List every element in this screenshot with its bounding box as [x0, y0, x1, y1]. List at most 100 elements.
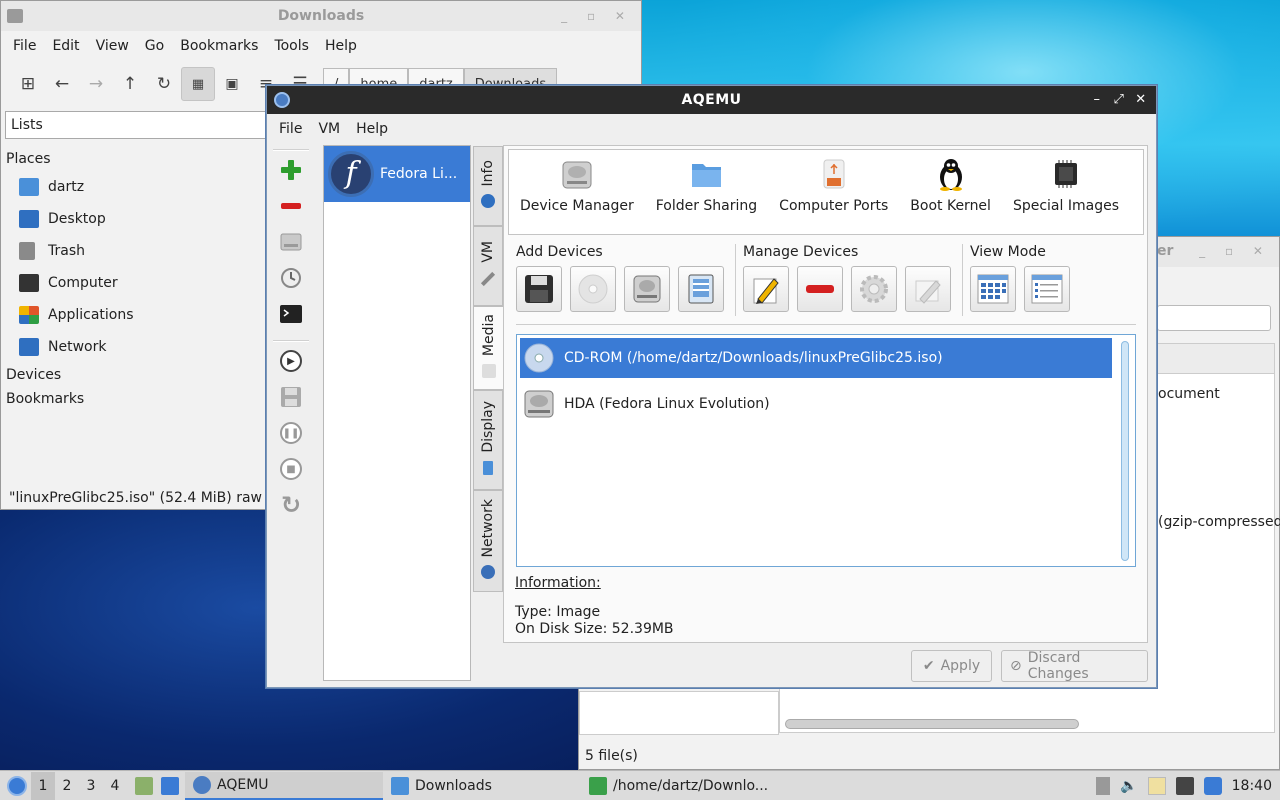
bookmarks-header[interactable]: Bookmarks: [1, 387, 271, 411]
save-vm-button[interactable]: [273, 379, 309, 415]
apply-button[interactable]: ✔ Apply: [911, 650, 992, 682]
window-buttons[interactable]: _ ▫ ✕: [561, 1, 633, 31]
tab-vm[interactable]: VM: [473, 226, 503, 306]
side-pane-mode-select[interactable]: Lists: [5, 111, 275, 139]
tab-display[interactable]: Display: [473, 390, 503, 490]
vm-settings-button[interactable]: [273, 224, 309, 260]
menu-file[interactable]: File: [271, 121, 310, 137]
device-list-item[interactable]: HDA (Fedora Linux Evolution): [520, 384, 1112, 424]
device-list-item[interactable]: CD-ROM (/home/dartz/Downloads/linuxPreGl…: [520, 338, 1112, 378]
remove-device-button[interactable]: [797, 266, 843, 312]
menu-vm[interactable]: VM: [310, 121, 348, 137]
menu-help[interactable]: Help: [348, 121, 396, 137]
add-hard-disk-button[interactable]: [624, 266, 670, 312]
menu-go[interactable]: Go: [137, 38, 172, 54]
sidebar-item-desktop[interactable]: Desktop: [1, 203, 271, 235]
boot-kernel-button[interactable]: Boot Kernel: [899, 158, 1002, 214]
task-label: Downloads: [415, 777, 492, 794]
device-properties-button[interactable]: [851, 266, 897, 312]
menu-file[interactable]: File: [5, 38, 44, 54]
sidebar-item-dartz[interactable]: dartz: [1, 171, 271, 203]
devices-header[interactable]: Devices: [1, 363, 271, 387]
tab-label: Info: [480, 159, 496, 187]
computer-ports-button[interactable]: Computer Ports: [768, 158, 899, 214]
remove-vm-button[interactable]: [273, 188, 309, 224]
show-desktop-icon[interactable]: [161, 776, 179, 795]
window-buttons[interactable]: _ ▫ ✕: [1199, 244, 1271, 258]
folder-sharing-button[interactable]: Folder Sharing: [645, 158, 768, 214]
vm-list-item[interactable]: f Fedora Li...: [324, 146, 470, 202]
sidebar-item-network[interactable]: Network: [1, 331, 271, 363]
sidebar-item-applications[interactable]: Applications: [1, 299, 271, 331]
sidebar-item-label: Trash: [48, 243, 85, 259]
aqemu-titlebar[interactable]: AQEMU – ⤢ ✕: [267, 86, 1156, 114]
file-manager-launcher-icon[interactable]: [135, 776, 153, 795]
list-view-button[interactable]: [1024, 266, 1070, 312]
tux-icon: [939, 159, 962, 191]
remove-icon: [281, 203, 301, 209]
menu-tools[interactable]: Tools: [266, 38, 317, 54]
start-vm-button[interactable]: ▶: [273, 343, 309, 379]
stop-vm-button[interactable]: ■: [273, 451, 309, 487]
task-terminal[interactable]: /home/dartz/Downlo...: [581, 772, 781, 800]
icon-view-icon[interactable]: ▦: [181, 67, 215, 101]
workspace-1[interactable]: 1: [31, 771, 55, 800]
vm-toolbar: ▶ ❚❚ ■ ↻: [273, 148, 309, 523]
horizontal-scrollbar[interactable]: [785, 719, 1079, 729]
maximize-button[interactable]: ⤢: [1112, 86, 1126, 114]
start-menu-button[interactable]: [3, 772, 31, 800]
task-aqemu[interactable]: AQEMU: [185, 771, 383, 800]
forward-icon[interactable]: →: [79, 67, 113, 101]
clear-device-button[interactable]: [905, 266, 951, 312]
up-icon[interactable]: ↑: [113, 67, 147, 101]
console-button[interactable]: [273, 296, 309, 332]
device-manager-button[interactable]: Device Manager: [509, 158, 645, 214]
back-icon[interactable]: ←: [45, 67, 79, 101]
group-label: View Mode: [970, 244, 1046, 260]
background-window-input[interactable]: [1157, 305, 1271, 331]
thumbnail-view-icon[interactable]: ▣: [215, 67, 249, 101]
icon-view-button[interactable]: [970, 266, 1016, 312]
tab-network[interactable]: Network: [473, 490, 503, 592]
edit-device-button[interactable]: [743, 266, 789, 312]
menu-view[interactable]: View: [88, 38, 137, 54]
add-storage-device-button[interactable]: [678, 266, 724, 312]
tab-media[interactable]: Media: [473, 306, 503, 390]
device-list[interactable]: CD-ROM (/home/dartz/Downloads/linuxPreGl…: [516, 334, 1136, 567]
sidebar-item-label: Computer: [48, 275, 118, 291]
discard-changes-button[interactable]: ⊘ Discard Changes: [1001, 650, 1148, 682]
workspace-3[interactable]: 3: [79, 778, 103, 794]
reload-icon[interactable]: ↻: [147, 67, 181, 101]
computer-icon: [19, 274, 39, 292]
menu-bookmarks[interactable]: Bookmarks: [172, 38, 266, 54]
reset-vm-button[interactable]: ↻: [273, 487, 309, 523]
snapshot-button[interactable]: [273, 260, 309, 296]
update-notifier-icon[interactable]: [1203, 777, 1222, 795]
add-cdrom-button[interactable]: [570, 266, 616, 312]
pause-vm-button[interactable]: ❚❚: [273, 415, 309, 451]
workspace-2[interactable]: 2: [55, 778, 79, 794]
clipboard-icon[interactable]: [1147, 777, 1166, 795]
close-button[interactable]: ✕: [1134, 86, 1148, 114]
add-vm-button[interactable]: [273, 152, 309, 188]
minimize-button[interactable]: –: [1090, 86, 1104, 114]
display-icon[interactable]: [1175, 777, 1194, 795]
vm-list[interactable]: f Fedora Li...: [323, 145, 471, 681]
tray-expand-icon[interactable]: [1096, 777, 1111, 795]
file-manager-titlebar[interactable]: Downloads _ ▫ ✕: [1, 1, 641, 31]
aqemu-window[interactable]: AQEMU – ⤢ ✕ File VM Help ▶ ❚❚ ■ ↻ f Fedo…: [266, 85, 1157, 688]
menu-edit[interactable]: Edit: [44, 38, 87, 54]
special-images-button[interactable]: Special Images: [1002, 158, 1130, 214]
sidebar-item-label: Applications: [48, 307, 134, 323]
sidebar-item-computer[interactable]: Computer: [1, 267, 271, 299]
add-floppy-button[interactable]: [516, 266, 562, 312]
new-tab-icon[interactable]: ⊞: [11, 67, 45, 101]
volume-icon[interactable]: 🔈: [1120, 778, 1137, 794]
menu-help[interactable]: Help: [317, 38, 365, 54]
vertical-scrollbar[interactable]: [1121, 341, 1129, 561]
clock[interactable]: 18:40: [1232, 778, 1272, 794]
sidebar-item-trash[interactable]: Trash: [1, 235, 271, 267]
workspace-4[interactable]: 4: [103, 778, 127, 794]
task-downloads[interactable]: Downloads: [383, 772, 581, 800]
tab-info[interactable]: Info: [473, 146, 503, 226]
